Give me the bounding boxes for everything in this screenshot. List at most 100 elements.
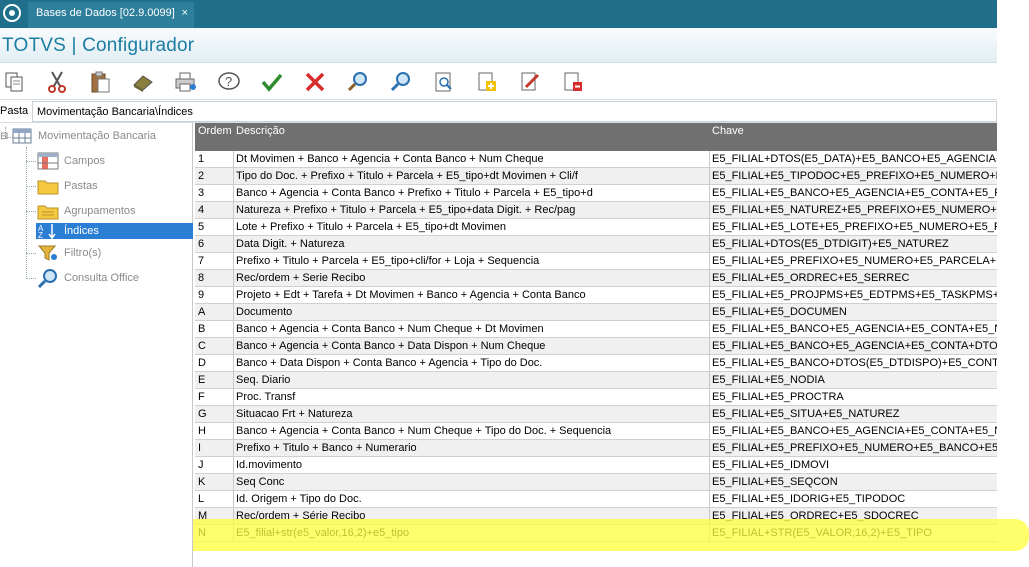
totvs-logo-icon: [3, 4, 21, 22]
tab-close-icon[interactable]: ×: [182, 2, 188, 24]
cell-chave: E5_FILIAL+E5_PREFIXO+E5_NUMERO+E5_BANCO+…: [712, 442, 997, 454]
print-icon[interactable]: [171, 67, 201, 97]
preview-icon[interactable]: [429, 67, 459, 97]
table-row[interactable]: L Id. Origem + Tipo do Doc. E5_FILIAL+E5_I…: [195, 491, 997, 508]
group-folder-icon: [36, 201, 60, 221]
table-row[interactable]: E Seq. Diario E5_FILIAL+E5_NODIA: [195, 372, 997, 389]
tree-panel: ⊟ Movimentação Bancaria Campos Pastas Ag…: [0, 123, 193, 567]
cell-ordem: 8: [198, 272, 205, 284]
table-row[interactable]: 5 Lote + Prefixo + Titulo + Parcela + E5_…: [195, 219, 997, 236]
help-icon[interactable]: ?: [214, 67, 244, 97]
cell-chave: E5_FILIAL+E5_IDORIG+E5_TIPODOC: [712, 493, 906, 505]
cell-chave: E5_FILIAL+E5_TIPODOC+E5_PREFIXO+E5_NUMER…: [712, 170, 997, 182]
cell-chave: E5_FILIAL+E5_NODIA: [712, 374, 825, 386]
cell-descricao: Id.movimento: [236, 459, 303, 471]
cell-ordem: 9: [198, 289, 205, 301]
collapse-icon[interactable]: ⊟: [0, 131, 10, 142]
tree-item-label: Filtro(s): [64, 247, 102, 259]
cell-descricao: Proc. Transf: [236, 391, 296, 403]
cell-ordem: G: [198, 408, 207, 420]
cancel-icon[interactable]: [300, 67, 330, 97]
cell-descricao: Tipo do Doc. + Prefixo + Titulo + Parcel…: [236, 170, 578, 182]
edit-icon[interactable]: [515, 67, 545, 97]
table-row[interactable]: 1 Dt Movimen + Banco + Agencia + Conta Ba…: [195, 151, 997, 168]
delete-icon[interactable]: [558, 67, 588, 97]
cell-descricao: Banco + Agencia + Conta Banco + Data Dis…: [236, 340, 546, 352]
cell-ordem: 4: [198, 204, 205, 216]
tree-item-indices[interactable]: AZ Índices: [36, 223, 193, 239]
cell-chave: E5_FILIAL+E5_PROJPMS+E5_EDTPMS+E5_TASKPM…: [712, 289, 997, 301]
tree-item-label: Índices: [64, 225, 99, 237]
cell-chave: E5_FILIAL+E5_DOCUMEN: [712, 306, 847, 318]
cell-descricao: Banco + Agencia + Conta Banco + Num Cheq…: [236, 425, 612, 437]
table-row[interactable]: 4 Natureza + Prefixo + Titulo + Parcela +…: [195, 202, 997, 219]
cell-chave: E5_FILIAL+E5_PREFIXO+E5_NUMERO+E5_PARCEL…: [712, 255, 997, 267]
cell-ordem: 7: [198, 255, 205, 267]
column-header-descricao[interactable]: Descrição: [236, 125, 285, 137]
cell-descricao: Documento: [236, 306, 293, 318]
table-row[interactable]: C Banco + Agencia + Conta Banco + Data Di…: [195, 338, 997, 355]
cell-ordem: C: [198, 340, 206, 352]
cell-chave: E5_FILIAL+E5_BANCO+E5_AGENCIA+E5_CONTA+E…: [712, 425, 997, 437]
table-row[interactable]: 9 Projeto + Edt + Tarefa + Dt Movimen + B…: [195, 287, 997, 304]
tree-item-filtros[interactable]: Filtro(s): [36, 243, 193, 263]
cell-descricao: Id. Origem + Tipo do Doc.: [236, 493, 362, 505]
cut-icon[interactable]: [42, 67, 72, 97]
eraser-icon[interactable]: [128, 67, 158, 97]
cell-descricao: Seq. Diario: [236, 374, 291, 386]
tree-item-pastas[interactable]: Pastas: [36, 176, 193, 196]
table-row[interactable]: J Id.movimento E5_FILIAL+E5_IDMOVI: [195, 457, 997, 474]
table-row[interactable]: 3 Banco + Agencia + Conta Banco + Prefixo…: [195, 185, 997, 202]
table-row[interactable]: G Situacao Frt + Natureza E5_FILIAL+E5_SIT…: [195, 406, 997, 423]
table-row[interactable]: 7 Prefixo + Titulo + Parcela + E5_tipo+cl…: [195, 253, 997, 270]
indices-grid: Ordem Descrição Chave 1 Dt Movimen + Banc…: [195, 123, 997, 567]
column-header-chave[interactable]: Chave: [712, 125, 744, 137]
table-row[interactable]: 2 Tipo do Doc. + Prefixo + Titulo + Parce…: [195, 168, 997, 185]
folder-icon: [36, 176, 60, 196]
table-row[interactable]: A Documento E5_FILIAL+E5_DOCUMEN: [195, 304, 997, 321]
table-row[interactable]: B Banco + Agencia + Conta Banco + Num Che…: [195, 321, 997, 338]
table-row[interactable]: 8 Rec/ordem + Serie Recibo E5_FILIAL+E5_OR…: [195, 270, 997, 287]
cell-ordem: 3: [198, 187, 205, 199]
app-title: TOTVS | Configurador: [2, 35, 195, 56]
cell-chave: E5_FILIAL+E5_BANCO+DTOS(E5_DTDISPO)+E5_C…: [712, 357, 997, 369]
tree-root-movimentacao-bancaria[interactable]: ⊟ Movimentação Bancaria: [0, 126, 193, 146]
table-row[interactable]: F Proc. Transf E5_FILIAL+E5_PROCTRA: [195, 389, 997, 406]
tree-item-agrupamentos[interactable]: Agrupamentos: [36, 201, 193, 221]
cell-ordem: A: [198, 306, 206, 318]
grid-header: Ordem Descrição Chave: [195, 123, 997, 151]
cell-chave: E5_FILIAL+E5_SITUA+E5_NATUREZ: [712, 408, 900, 420]
cell-chave: E5_FILIAL+E5_BANCO+E5_AGENCIA+E5_CONTA+E…: [712, 187, 997, 199]
search-icon[interactable]: [343, 67, 373, 97]
cell-descricao: Natureza + Prefixo + Titulo + Parcela + …: [236, 204, 576, 216]
cell-descricao: Situacao Frt + Natureza: [236, 408, 353, 420]
app-titlebar: TOTVS | Configurador: [0, 28, 997, 63]
svg-text:Z: Z: [38, 231, 43, 239]
table-row[interactable]: K Seq Conc E5_FILIAL+E5_SEQCON: [195, 474, 997, 491]
table-row[interactable]: 6 Data Digit. + Natureza E5_FILIAL+DTOS(E5…: [195, 236, 997, 253]
cell-descricao: Projeto + Edt + Tarefa + Dt Movimen + Ba…: [236, 289, 586, 301]
search-next-icon[interactable]: [386, 67, 416, 97]
cell-chave: E5_FILIAL+E5_BANCO+E5_AGENCIA+E5_CONTA+D…: [712, 340, 997, 352]
svg-text:?: ?: [225, 74, 232, 89]
paste-icon[interactable]: [85, 67, 115, 97]
cell-descricao: Seq Conc: [236, 476, 285, 488]
cell-chave: E5_FILIAL+E5_LOTE+E5_PREFIXO+E5_NUMERO+E…: [712, 221, 997, 233]
tree-item-campos[interactable]: Campos: [36, 151, 193, 171]
tab-bases-de-dados[interactable]: Bases de Dados [02.9.0099] ×: [28, 2, 194, 28]
tree-item-label: Pastas: [64, 180, 98, 192]
fields-icon: [36, 151, 60, 171]
table-icon: [10, 126, 34, 146]
table-row[interactable]: I Prefixo + Titulo + Banco + Numerario E5_…: [195, 440, 997, 457]
add-icon[interactable]: [472, 67, 502, 97]
folder-path-field[interactable]: Movimentação Bancaria\Índices: [32, 101, 997, 122]
copy-icon[interactable]: [0, 67, 30, 97]
column-header-ordem[interactable]: Ordem: [198, 125, 232, 137]
table-row[interactable]: H Banco + Agencia + Conta Banco + Num Che…: [195, 423, 997, 440]
table-row[interactable]: D Banco + Data Dispon + Conta Banco + Age…: [195, 355, 997, 372]
tree-item-consulta-office[interactable]: Consulta Office: [36, 268, 193, 288]
confirm-icon[interactable]: [257, 67, 287, 97]
cell-ordem: 1: [198, 153, 205, 165]
cell-descricao: Rec/ordem + Serie Recibo: [236, 272, 366, 284]
highlight-marker: [193, 519, 1029, 551]
